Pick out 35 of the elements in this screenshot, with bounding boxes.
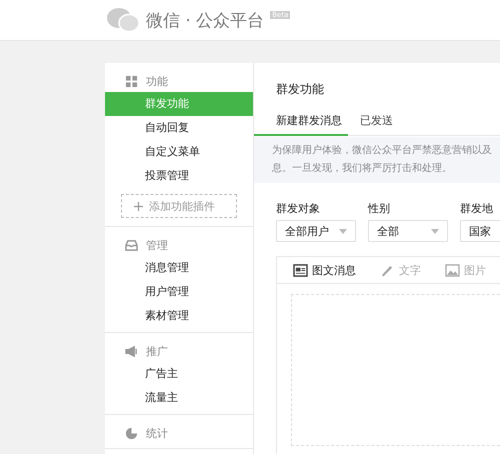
image-icon bbox=[445, 264, 460, 276]
sidebar-item[interactable]: 自动回复 bbox=[105, 116, 253, 140]
section-title: 统计 bbox=[146, 426, 168, 440]
plus-icon bbox=[134, 202, 143, 210]
megaphone-icon bbox=[125, 344, 138, 358]
page-title: 群发功能 bbox=[275, 81, 325, 98]
notice-text: 为保障用户体验，微信公众平台严禁恶意营销以及 息。一旦发现，我们将严厉打击和处理。 bbox=[254, 137, 500, 183]
tab[interactable]: 已发送 bbox=[348, 113, 432, 134]
section-title: 管理 bbox=[146, 238, 168, 252]
logo-text: 微信 · 公众平台 bbox=[146, 10, 264, 32]
filter-label: 群发地 bbox=[460, 201, 494, 216]
dropdown[interactable]: 国家 bbox=[460, 220, 500, 242]
content-area[interactable] bbox=[291, 294, 500, 446]
grid-icon bbox=[125, 74, 138, 88]
pencil-icon bbox=[380, 264, 395, 276]
inbox-icon bbox=[125, 238, 138, 252]
sidebar-item[interactable]: 广告主 bbox=[105, 362, 253, 386]
pie-chart-icon bbox=[125, 426, 138, 440]
dropdown[interactable]: 全部用户 bbox=[276, 220, 356, 242]
dropdown[interactable]: 全部 bbox=[368, 220, 448, 242]
message-type-tab[interactable]: 图文消息 bbox=[293, 262, 356, 278]
sidebar-item[interactable]: 素材管理 bbox=[105, 304, 253, 328]
filter-label: 性别 bbox=[368, 201, 391, 216]
sidebar-item[interactable]: 投票管理 bbox=[105, 164, 253, 188]
sidebar-item[interactable]: 自定义菜单 bbox=[105, 140, 253, 164]
sidebar-item[interactable]: 消息管理 bbox=[105, 256, 253, 280]
section-title: 推广 bbox=[146, 344, 168, 358]
chat-bubbles-logo-icon bbox=[106, 7, 140, 33]
sidebar-item[interactable]: 用户管理 bbox=[105, 280, 253, 304]
section-title: 功能 bbox=[146, 74, 168, 88]
caret-icon bbox=[339, 228, 347, 234]
news-icon bbox=[293, 264, 308, 276]
sidebar-item[interactable]: 流量主 bbox=[105, 386, 253, 410]
caret-icon bbox=[431, 228, 439, 234]
filter-label: 群发对象 bbox=[276, 201, 321, 216]
